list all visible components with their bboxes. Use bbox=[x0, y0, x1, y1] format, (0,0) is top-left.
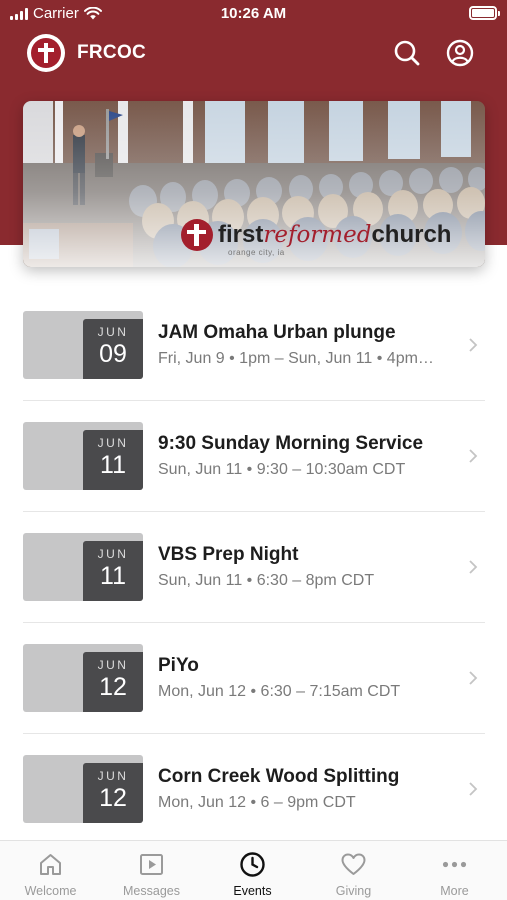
status-bar: Carrier 10:26 AM bbox=[0, 0, 507, 28]
brand-location: orange city, ia bbox=[228, 248, 285, 257]
event-time: Fri, Jun 9 • 1pm – Sun, Jun 11 • 4pm… bbox=[158, 350, 434, 367]
app-title: FRCOC bbox=[77, 42, 147, 63]
event-row[interactable]: JUN 11 VBS Prep Night Sun, Jun 11 • 6:30… bbox=[0, 512, 507, 623]
church-brand: firstreformedchurch bbox=[181, 219, 451, 251]
tab-more[interactable]: More bbox=[404, 841, 505, 900]
more-icon bbox=[442, 861, 467, 868]
event-list: JUN 09 JAM Omaha Urban plunge Fri, Jun 9… bbox=[0, 290, 507, 845]
date-badge: JUN 12 bbox=[83, 763, 143, 823]
event-row[interactable]: JUN 12 PiYo Mon, Jun 12 • 6:30 – 7:15am … bbox=[0, 623, 507, 734]
profile-icon[interactable] bbox=[445, 38, 475, 68]
event-title: JAM Omaha Urban plunge bbox=[158, 322, 396, 343]
date-day: 12 bbox=[99, 673, 127, 701]
tab-events[interactable]: Events bbox=[202, 841, 303, 900]
tab-welcome[interactable]: Welcome bbox=[0, 841, 101, 900]
tab-label: Welcome bbox=[24, 884, 77, 898]
event-time: Sun, Jun 11 • 6:30 – 8pm CDT bbox=[158, 572, 375, 589]
event-row[interactable]: JUN 09 JAM Omaha Urban plunge Fri, Jun 9… bbox=[0, 290, 507, 401]
search-icon[interactable] bbox=[392, 38, 422, 68]
date-badge: JUN 12 bbox=[83, 652, 143, 712]
clock-icon bbox=[240, 852, 265, 877]
date-month: JUN bbox=[97, 658, 129, 672]
date-month: JUN bbox=[97, 769, 129, 783]
play-icon bbox=[140, 854, 163, 875]
tab-label: Giving bbox=[335, 884, 372, 898]
event-row[interactable]: JUN 12 Corn Creek Wood Splitting Mon, Ju… bbox=[0, 734, 507, 845]
battery-icon bbox=[469, 6, 500, 20]
event-time: Mon, Jun 12 • 6:30 – 7:15am CDT bbox=[158, 683, 401, 700]
date-badge: JUN 11 bbox=[83, 541, 143, 601]
chevron-right-icon bbox=[469, 449, 478, 463]
chevron-right-icon bbox=[469, 671, 478, 685]
event-title: Corn Creek Wood Splitting bbox=[158, 766, 400, 787]
date-day: 12 bbox=[99, 784, 127, 812]
brand-last: church bbox=[371, 221, 452, 248]
tab-label: More bbox=[440, 884, 469, 898]
event-image: JUN 11 bbox=[23, 533, 143, 601]
event-row[interactable]: JUN 11 9:30 Sunday Morning Service Sun, … bbox=[0, 401, 507, 512]
nav-bar: FRCOC bbox=[0, 30, 507, 76]
date-day: 11 bbox=[100, 562, 126, 590]
date-day: 09 bbox=[99, 340, 127, 368]
tab-bar: Welcome Messages Events Giving More bbox=[0, 840, 507, 900]
event-time: Mon, Jun 12 • 6 – 9pm CDT bbox=[158, 794, 356, 811]
event-title: VBS Prep Night bbox=[158, 544, 299, 565]
tab-messages[interactable]: Messages bbox=[101, 841, 202, 900]
date-month: JUN bbox=[97, 547, 129, 561]
event-image: JUN 12 bbox=[23, 755, 143, 823]
date-month: JUN bbox=[97, 436, 129, 450]
event-title: PiYo bbox=[158, 655, 199, 676]
event-image: JUN 11 bbox=[23, 422, 143, 490]
brand-cross-icon bbox=[181, 219, 213, 251]
event-image: JUN 09 bbox=[23, 311, 143, 379]
brand-script: reformed bbox=[263, 222, 372, 248]
event-image: JUN 12 bbox=[23, 644, 143, 712]
brand-name: firstreformedchurch bbox=[218, 223, 451, 247]
chevron-right-icon bbox=[469, 338, 478, 352]
event-time: Sun, Jun 11 • 9:30 – 10:30am CDT bbox=[158, 461, 406, 478]
event-title: 9:30 Sunday Morning Service bbox=[158, 433, 424, 454]
church-logo-icon bbox=[27, 34, 65, 72]
tab-label: Messages bbox=[123, 884, 180, 898]
chevron-right-icon bbox=[469, 782, 478, 796]
heart-icon bbox=[341, 853, 366, 875]
tab-label: Events bbox=[233, 884, 272, 898]
brand-first: first bbox=[218, 221, 264, 248]
tab-giving[interactable]: Giving bbox=[303, 841, 404, 900]
date-day: 11 bbox=[100, 451, 126, 479]
home-icon bbox=[40, 854, 61, 875]
date-month: JUN bbox=[97, 325, 129, 339]
chevron-right-icon bbox=[469, 560, 478, 574]
date-badge: JUN 09 bbox=[83, 319, 143, 379]
status-time: 10:26 AM bbox=[220, 5, 287, 22]
hero-banner[interactable]: firstreformedchurch orange city, ia bbox=[23, 101, 485, 267]
date-badge: JUN 11 bbox=[83, 430, 143, 490]
